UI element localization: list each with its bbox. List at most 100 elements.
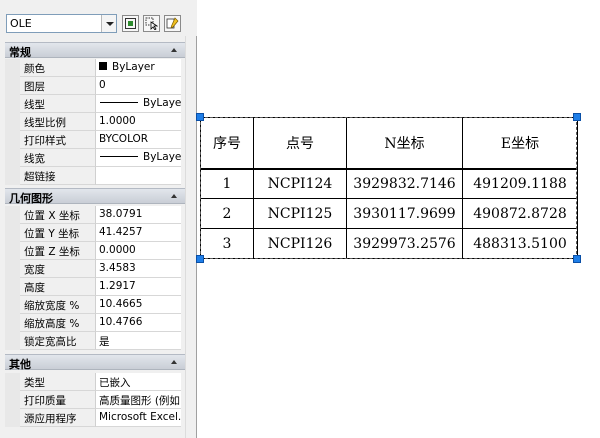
prop-name: 线型 (20, 95, 96, 113)
grip-top-right[interactable] (573, 113, 581, 121)
select-objects-button[interactable] (143, 15, 160, 32)
row-gutter (5, 278, 20, 296)
prop-value[interactable]: 3.4583 (96, 260, 181, 278)
quick-select-icon (166, 17, 179, 29)
prop-name: 超链接 (20, 167, 96, 185)
toggle-pickadd-icon (125, 18, 136, 29)
prop-row-lock-aspect[interactable]: 锁定宽高比 是 (5, 332, 181, 350)
prop-name: 颜色 (20, 59, 96, 77)
prop-value[interactable]: ByLayer (96, 95, 181, 113)
prop-name: 高度 (20, 278, 96, 296)
row-gutter (5, 242, 20, 260)
prop-value[interactable]: 是 (96, 332, 181, 350)
prop-row-width[interactable]: 宽度 3.4583 (5, 260, 181, 278)
prop-row-position-y[interactable]: 位置 Y 坐标 41.4257 (5, 224, 181, 242)
section-misc-title: 其他 (9, 358, 31, 371)
toggle-pickadd-button[interactable] (122, 15, 139, 32)
grip-bottom-left[interactable] (196, 255, 204, 263)
quick-select-button[interactable] (164, 15, 181, 32)
prop-name: 位置 Z 坐标 (20, 242, 96, 260)
row-gutter (5, 296, 20, 314)
row-gutter (5, 59, 20, 77)
prop-row-position-x[interactable]: 位置 X 坐标 38.0791 (5, 206, 181, 224)
row-gutter (5, 167, 20, 185)
prop-value[interactable]: 已嵌入 (96, 373, 181, 391)
ole-selection-frame (200, 117, 577, 259)
collapse-caret-icon[interactable] (171, 48, 177, 52)
row-gutter (5, 373, 20, 391)
prop-row-layer[interactable]: 图层 0 (5, 77, 181, 95)
row-gutter (5, 131, 20, 149)
prop-name: 位置 X 坐标 (20, 206, 96, 224)
prop-name: 线型比例 (20, 113, 96, 131)
prop-value-text: ByLayer (143, 97, 181, 109)
section-geometry-header[interactable]: 几何图形 (5, 188, 185, 205)
section-general-title: 常规 (9, 46, 31, 59)
row-gutter (5, 224, 20, 242)
prop-row-source-app[interactable]: 源应用程序 Microsoft Excel... (5, 409, 181, 427)
prop-row-plot-quality[interactable]: 打印质量 高质量图形 (例如... (5, 391, 181, 409)
prop-value[interactable]: 10.4766 (96, 314, 181, 332)
prop-name: 线宽 (20, 149, 96, 167)
prop-value[interactable]: 高质量图形 (例如... (96, 391, 181, 409)
prop-row-hyperlink[interactable]: 超链接 (5, 167, 181, 185)
row-gutter (5, 409, 20, 427)
grip-bottom-right[interactable] (573, 255, 581, 263)
prop-name: 缩放宽度 % (20, 296, 96, 314)
section-general-header[interactable]: 常规 (5, 42, 185, 59)
prop-row-color[interactable]: 颜色 ByLayer (5, 59, 181, 77)
chevron-down-icon[interactable] (101, 15, 116, 32)
prop-name: 宽度 (20, 260, 96, 278)
prop-value[interactable]: 10.4665 (96, 296, 181, 314)
row-gutter (5, 95, 20, 113)
prop-row-linetype-scale[interactable]: 线型比例 1.0000 (5, 113, 181, 131)
collapse-caret-icon[interactable] (171, 194, 177, 198)
prop-value[interactable]: ByLayer (96, 149, 181, 167)
row-gutter (5, 206, 20, 224)
prop-name: 缩放高度 % (20, 314, 96, 332)
prop-value[interactable]: Microsoft Excel... (96, 409, 181, 427)
section-misc-header[interactable]: 其他 (5, 354, 185, 371)
prop-value[interactable]: 1.0000 (96, 113, 181, 131)
prop-name: 打印样式 (20, 131, 96, 149)
prop-row-scale-height[interactable]: 缩放高度 % 10.4766 (5, 314, 181, 332)
prop-row-linetype[interactable]: 线型 ByLayer (5, 95, 181, 113)
prop-value[interactable]: ByLayer (96, 59, 181, 77)
prop-value[interactable]: 1.2917 (96, 278, 181, 296)
prop-value[interactable]: 0.0000 (96, 242, 181, 260)
prop-row-height[interactable]: 高度 1.2917 (5, 278, 181, 296)
collapse-caret-icon[interactable] (171, 360, 177, 364)
properties-palette: OLE 常规 颜色 ByLayer 图层 0 线型 ByLaye 线型比例 1.… (0, 0, 197, 438)
row-gutter (5, 391, 20, 409)
prop-name: 源应用程序 (20, 409, 96, 427)
prop-name: 位置 Y 坐标 (20, 224, 96, 242)
object-type-value: OLE (10, 17, 32, 30)
grip-top-left[interactable] (196, 113, 204, 121)
row-gutter (5, 332, 20, 350)
prop-row-position-z[interactable]: 位置 Z 坐标 0.0000 (5, 242, 181, 260)
row-gutter (5, 113, 20, 131)
prop-value[interactable] (96, 167, 181, 185)
section-geometry-title: 几何图形 (9, 192, 53, 205)
prop-value[interactable]: 38.0791 (96, 206, 181, 224)
palette-scrollbar[interactable] (185, 36, 196, 438)
prop-row-type[interactable]: 类型 已嵌入 (5, 373, 181, 391)
prop-value[interactable]: 41.4257 (96, 224, 181, 242)
prop-row-plot-style[interactable]: 打印样式 BYCOLOR (5, 131, 181, 149)
row-gutter (5, 149, 20, 167)
prop-row-scale-width[interactable]: 缩放宽度 % 10.4665 (5, 296, 181, 314)
prop-name: 锁定宽高比 (20, 332, 96, 350)
row-gutter (5, 77, 20, 95)
line-sample-icon (100, 102, 138, 103)
prop-name: 打印质量 (20, 391, 96, 409)
object-type-select[interactable]: OLE (6, 14, 117, 33)
color-swatch-icon (99, 62, 107, 70)
prop-value-text: ByLayer (143, 151, 181, 163)
prop-row-lineweight[interactable]: 线宽 ByLayer (5, 149, 181, 167)
prop-value[interactable]: 0 (96, 77, 181, 95)
prop-name: 类型 (20, 373, 96, 391)
prop-name: 图层 (20, 77, 96, 95)
prop-value[interactable]: BYCOLOR (96, 131, 181, 149)
line-sample-icon (100, 156, 138, 157)
prop-value-text: ByLayer (112, 61, 155, 73)
